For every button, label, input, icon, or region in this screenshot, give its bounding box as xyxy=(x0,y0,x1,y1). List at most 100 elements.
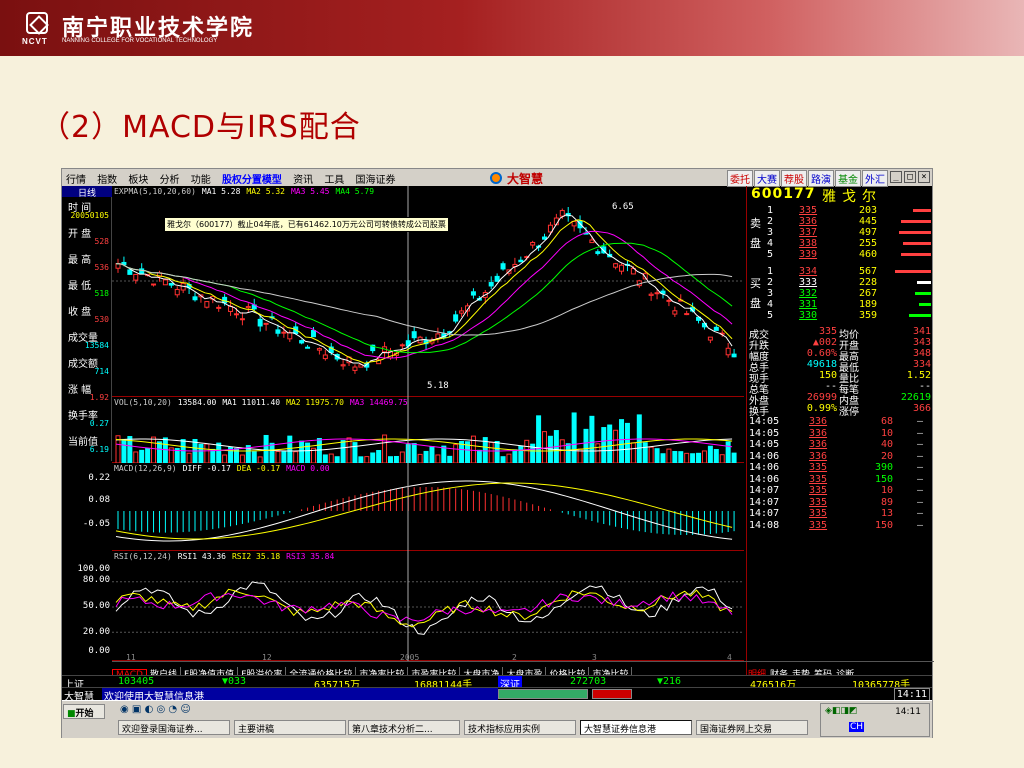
macd-ytick: 0.22 xyxy=(88,473,110,483)
candle-body xyxy=(352,366,358,371)
volume-bar xyxy=(619,419,625,463)
candle-body xyxy=(613,263,619,268)
volume-bar xyxy=(583,428,589,463)
price-chart[interactable]: EXPMA(5,10,20,60) MA1 5.28 MA2 5.32 MA3 5.4… xyxy=(112,186,744,397)
candle-body xyxy=(470,291,476,296)
level-volume-bar xyxy=(901,253,931,256)
level-volume: 445 xyxy=(859,216,878,227)
volume-bar xyxy=(139,449,145,463)
volume-bar xyxy=(707,445,713,463)
volume-bar xyxy=(678,451,684,463)
media-icon[interactable]: ◐ xyxy=(145,704,154,715)
volume-bar xyxy=(376,450,382,463)
market1-index: 103405 xyxy=(118,676,155,687)
sell-level-row[interactable]: 3 337 497 xyxy=(767,227,933,238)
bar-field-value: 714 xyxy=(94,367,109,376)
outlook-icon[interactable]: ◎ xyxy=(156,704,165,715)
level-price: 333 xyxy=(799,277,818,288)
bar-info-panel: 日线 时 间 20050105 开 盘 528 最 高 536 最 低 518 收 盘 530 成交… xyxy=(62,186,112,461)
player-icon[interactable]: ◔ xyxy=(168,704,177,715)
tick-time: 14:06 xyxy=(749,473,780,485)
volume-bar xyxy=(512,449,518,463)
buy-level-row[interactable]: 1 334 567 xyxy=(767,266,933,277)
level-volume: 460 xyxy=(859,249,878,260)
ime-indicator[interactable]: CH xyxy=(849,722,865,732)
taskbar-task-button[interactable]: 主要讲稿 xyxy=(234,720,346,735)
quick-launch-bar: ◉ ▣ ◐ ◎ ◔ ☺ xyxy=(120,704,270,719)
rsi-chart[interactable]: RSI(6,12,24) RSI1 43.36 RSI2 35.18 RSI3 35.… xyxy=(112,551,744,661)
level-price: 330 xyxy=(799,310,818,321)
low-price-label: 5.18 xyxy=(427,381,449,391)
volume-bar xyxy=(571,412,577,463)
candle-body xyxy=(713,326,719,331)
ie-icon[interactable]: ◉ xyxy=(120,704,129,715)
taskbar-task-button[interactable]: 技术指标应用实例 xyxy=(464,720,576,735)
volume-bar xyxy=(239,454,245,463)
quick-tab-fund[interactable]: 基金 xyxy=(835,170,861,187)
market-status-bar: 上证 103405 ▼033 635715万 16881144手 深证 2727… xyxy=(62,675,932,691)
volume-bar xyxy=(595,443,601,463)
close-button[interactable]: × xyxy=(918,171,930,183)
quick-tab-order[interactable]: 委托 xyxy=(727,170,753,187)
candle-body xyxy=(168,282,174,286)
volume-bar xyxy=(630,442,636,463)
buy-level-row[interactable]: 5 330 359 xyxy=(767,310,933,321)
start-button[interactable]: ■开始 xyxy=(63,704,105,719)
volume-bar xyxy=(186,452,192,463)
brand-icon xyxy=(490,172,502,184)
quick-tab-roadshow[interactable]: 路演 xyxy=(808,170,834,187)
volume-bar xyxy=(352,442,358,463)
candle-body xyxy=(151,283,157,286)
taskbar-task-button[interactable]: 国海证券网上交易 xyxy=(696,720,808,735)
bar-field-value: 0.27 xyxy=(89,419,109,428)
volume-bar xyxy=(542,431,548,463)
sell-level-row[interactable]: 5 339 460 xyxy=(767,249,933,260)
tick-time: 14:05 xyxy=(749,427,780,439)
volume-bar xyxy=(713,449,719,463)
volume-bar xyxy=(666,448,672,463)
volume-bar xyxy=(411,443,417,463)
messenger-icon[interactable]: ☺ xyxy=(180,704,190,715)
volume-bar xyxy=(210,448,216,463)
taskbar-task-button[interactable]: 第八章技术分析二... xyxy=(348,720,460,735)
tick-row: 14:06 335 390 — xyxy=(749,462,933,473)
quick-tab-picks[interactable]: 荐股 xyxy=(781,170,807,187)
tick-price: 335 xyxy=(809,519,828,531)
taskbar-task-button[interactable]: 欢迎登录国海证券... xyxy=(118,720,230,735)
maximize-button[interactable]: □ xyxy=(904,171,916,183)
macd-chart[interactable]: MACD(12,26,9) DIFF -0.17 DEA -0.17 MACD 0.0… xyxy=(112,463,744,551)
buy-level-row[interactable]: 4 331 189 xyxy=(767,299,933,310)
level-volume: 203 xyxy=(859,205,878,216)
buy-level-row[interactable]: 2 333 228 xyxy=(767,277,933,288)
slide: NCVT 南宁职业技术学院 NANNING COLLEGE FOR VOCATI… xyxy=(0,0,1024,768)
sell-level-row[interactable]: 4 338 255 xyxy=(767,238,933,249)
stat-value: 1.52 xyxy=(906,370,931,381)
stat-value: 0.60% xyxy=(806,348,837,359)
candle-body xyxy=(399,344,405,347)
quick-tab-contest[interactable]: 大赛 xyxy=(754,170,780,187)
minimize-button[interactable]: _ xyxy=(890,171,902,183)
quote-stat-row: 幅度 0.60% 最高 348 xyxy=(749,348,933,363)
rsi-ytick: 50.00 xyxy=(82,601,110,611)
moving-average-line xyxy=(115,263,733,336)
period-tab[interactable]: 日线 xyxy=(62,186,112,199)
volume-bar xyxy=(145,448,151,463)
desktop-icon[interactable]: ▣ xyxy=(132,704,141,715)
level-price: 337 xyxy=(799,227,818,238)
volume-bar xyxy=(180,439,186,463)
candle-body xyxy=(192,296,198,301)
volume-chart[interactable]: VOL(5,10,20) 13584.00 MA1 11011.40 MA2 1197… xyxy=(112,397,744,463)
sell-level-row[interactable]: 2 336 445 xyxy=(767,216,933,227)
volume-bar xyxy=(287,435,293,463)
volume-bar xyxy=(731,452,737,463)
buy-level-row[interactable]: 3 332 267 xyxy=(767,288,933,299)
candle-body xyxy=(619,264,625,272)
start-label: 开始 xyxy=(75,709,94,719)
sell-level-row[interactable]: 1 335 203 xyxy=(767,205,933,216)
volume-bar xyxy=(506,453,512,463)
quick-tab-forex[interactable]: 外汇 xyxy=(862,170,888,187)
volume-bar xyxy=(370,452,376,463)
windows-flag-icon: ■ xyxy=(67,709,76,719)
candle-body xyxy=(322,354,328,360)
taskbar-task-button[interactable]: 大智慧证券信息港 xyxy=(580,720,692,735)
